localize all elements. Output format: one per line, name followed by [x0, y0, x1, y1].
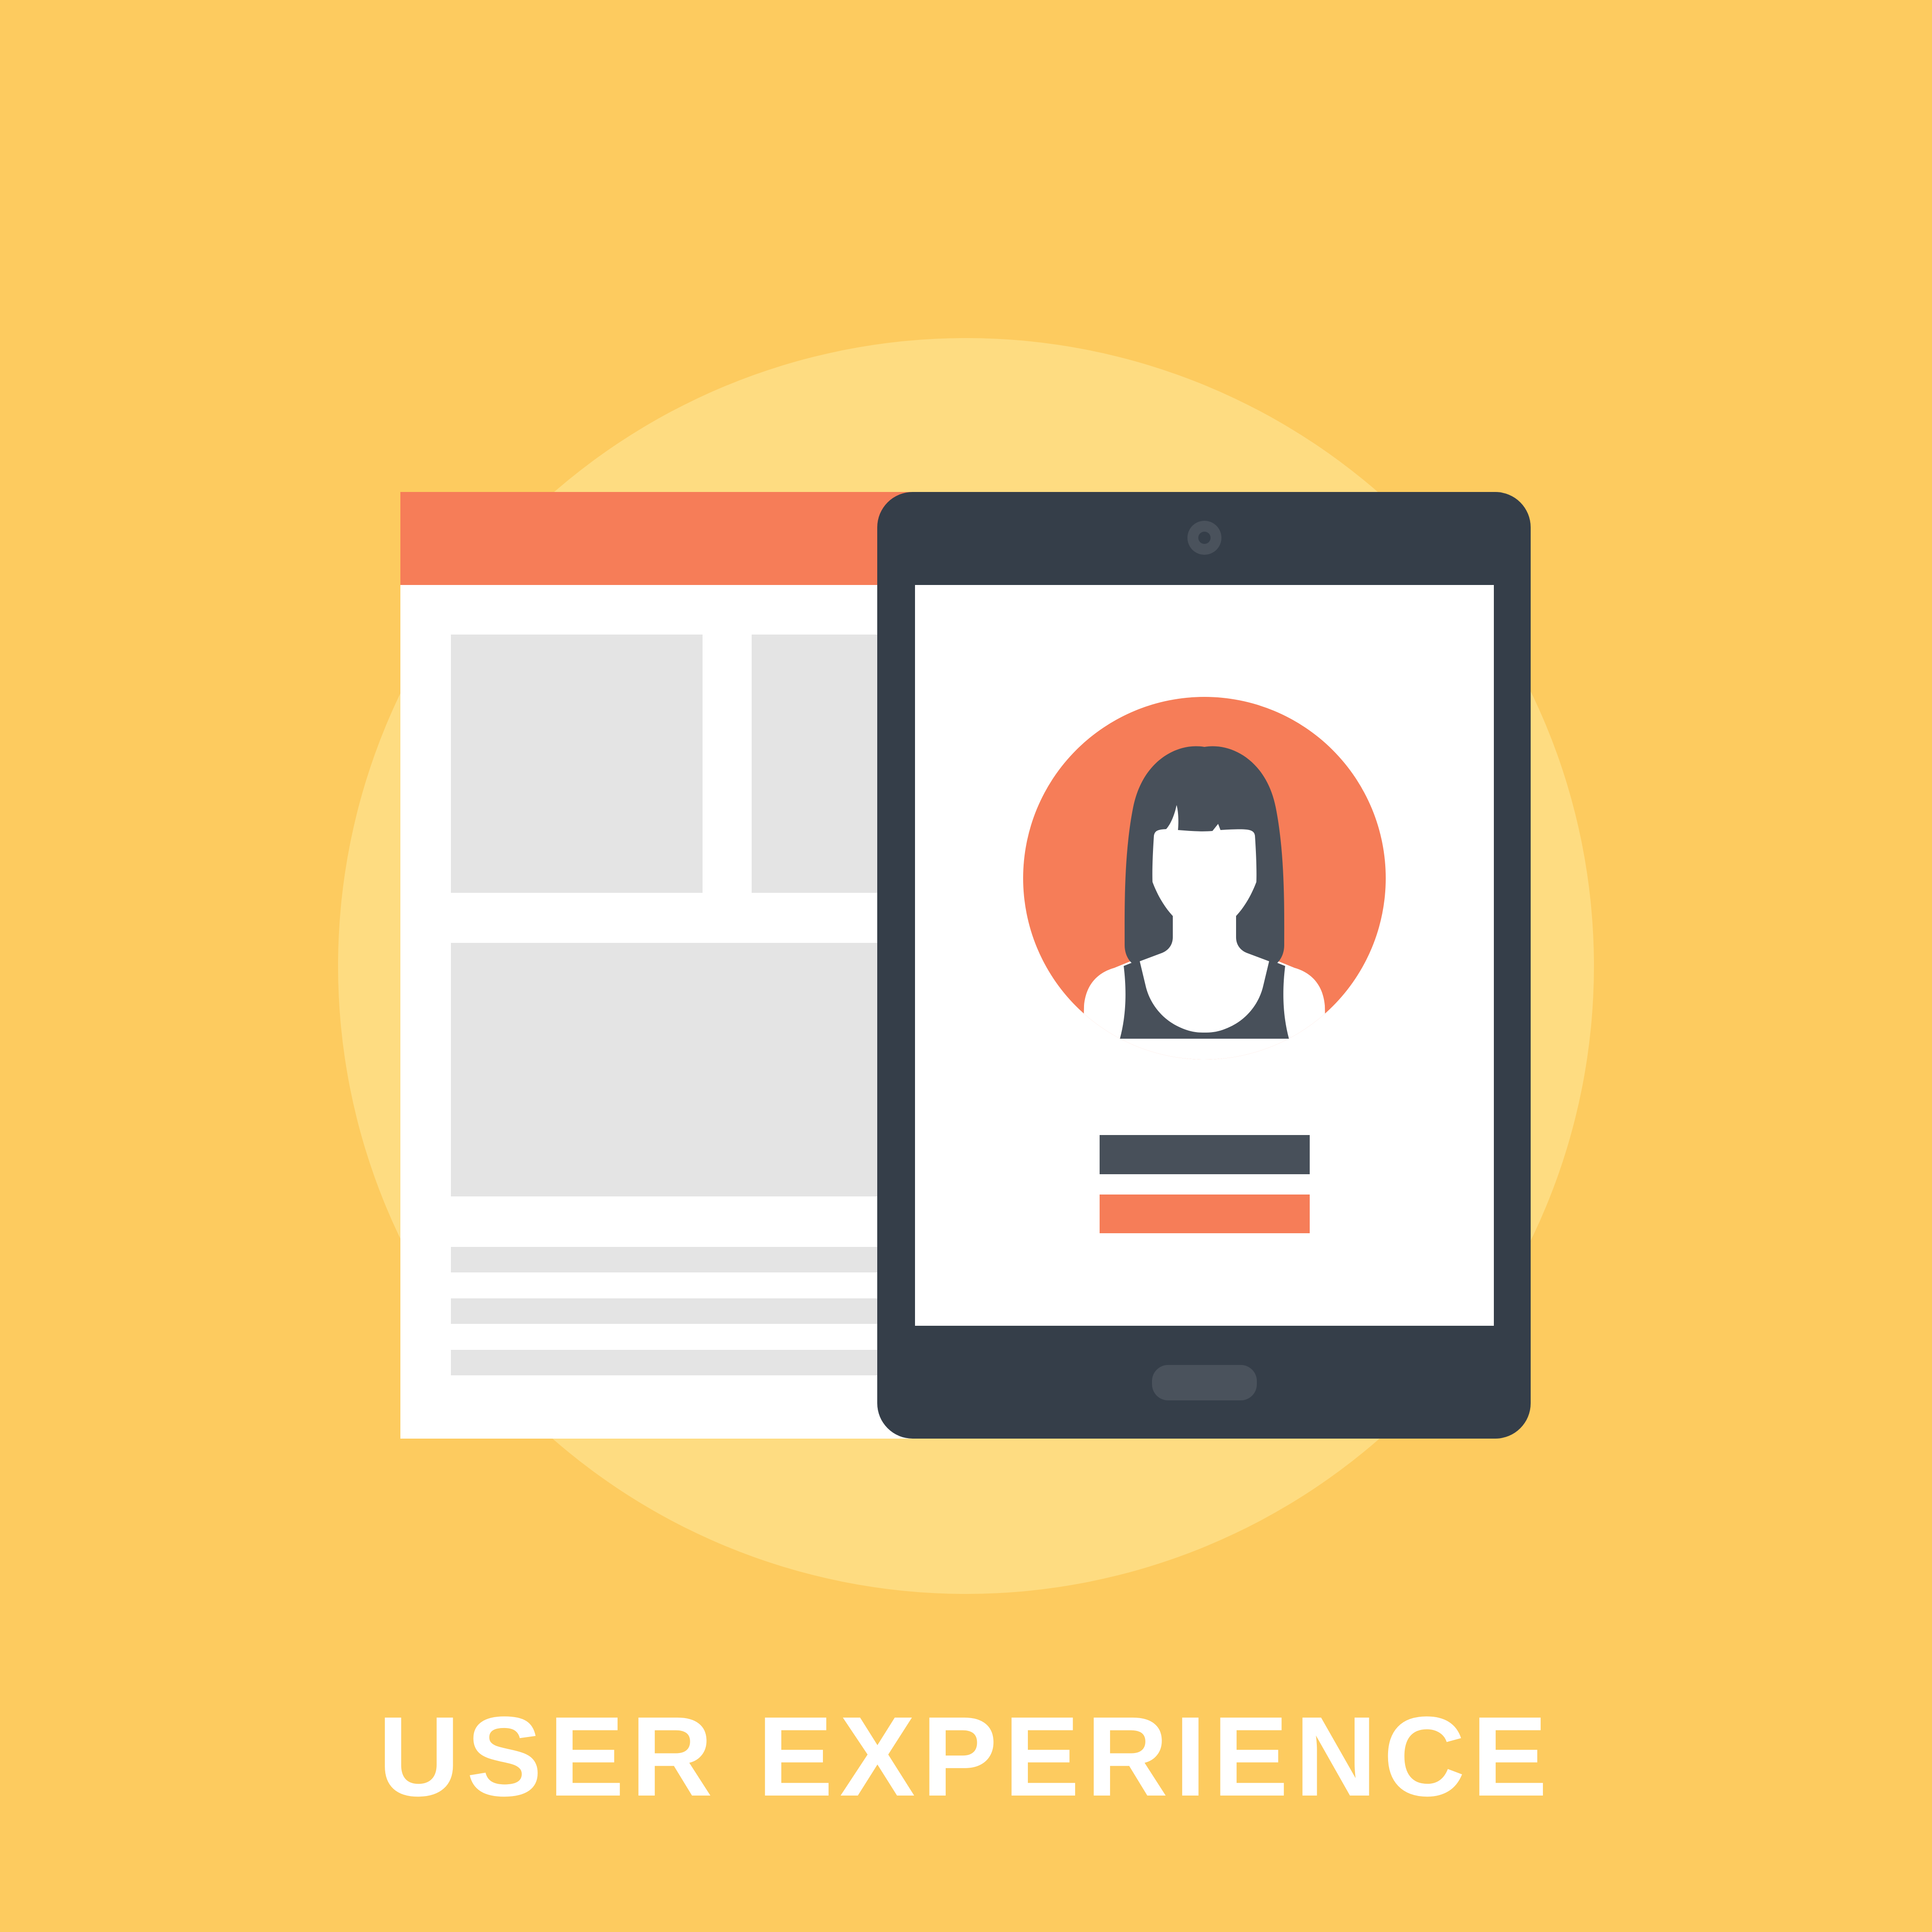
home-button — [1152, 1365, 1257, 1400]
tablet — [877, 492, 1531, 1439]
illustration — [338, 338, 1594, 1594]
image-placeholder-1 — [451, 635, 703, 893]
profile-name-bar — [1100, 1135, 1310, 1174]
caption-title: USER EXPERIENCE — [378, 1693, 1554, 1820]
camera-lens — [1198, 532, 1211, 544]
profile-action-bar — [1100, 1195, 1310, 1233]
